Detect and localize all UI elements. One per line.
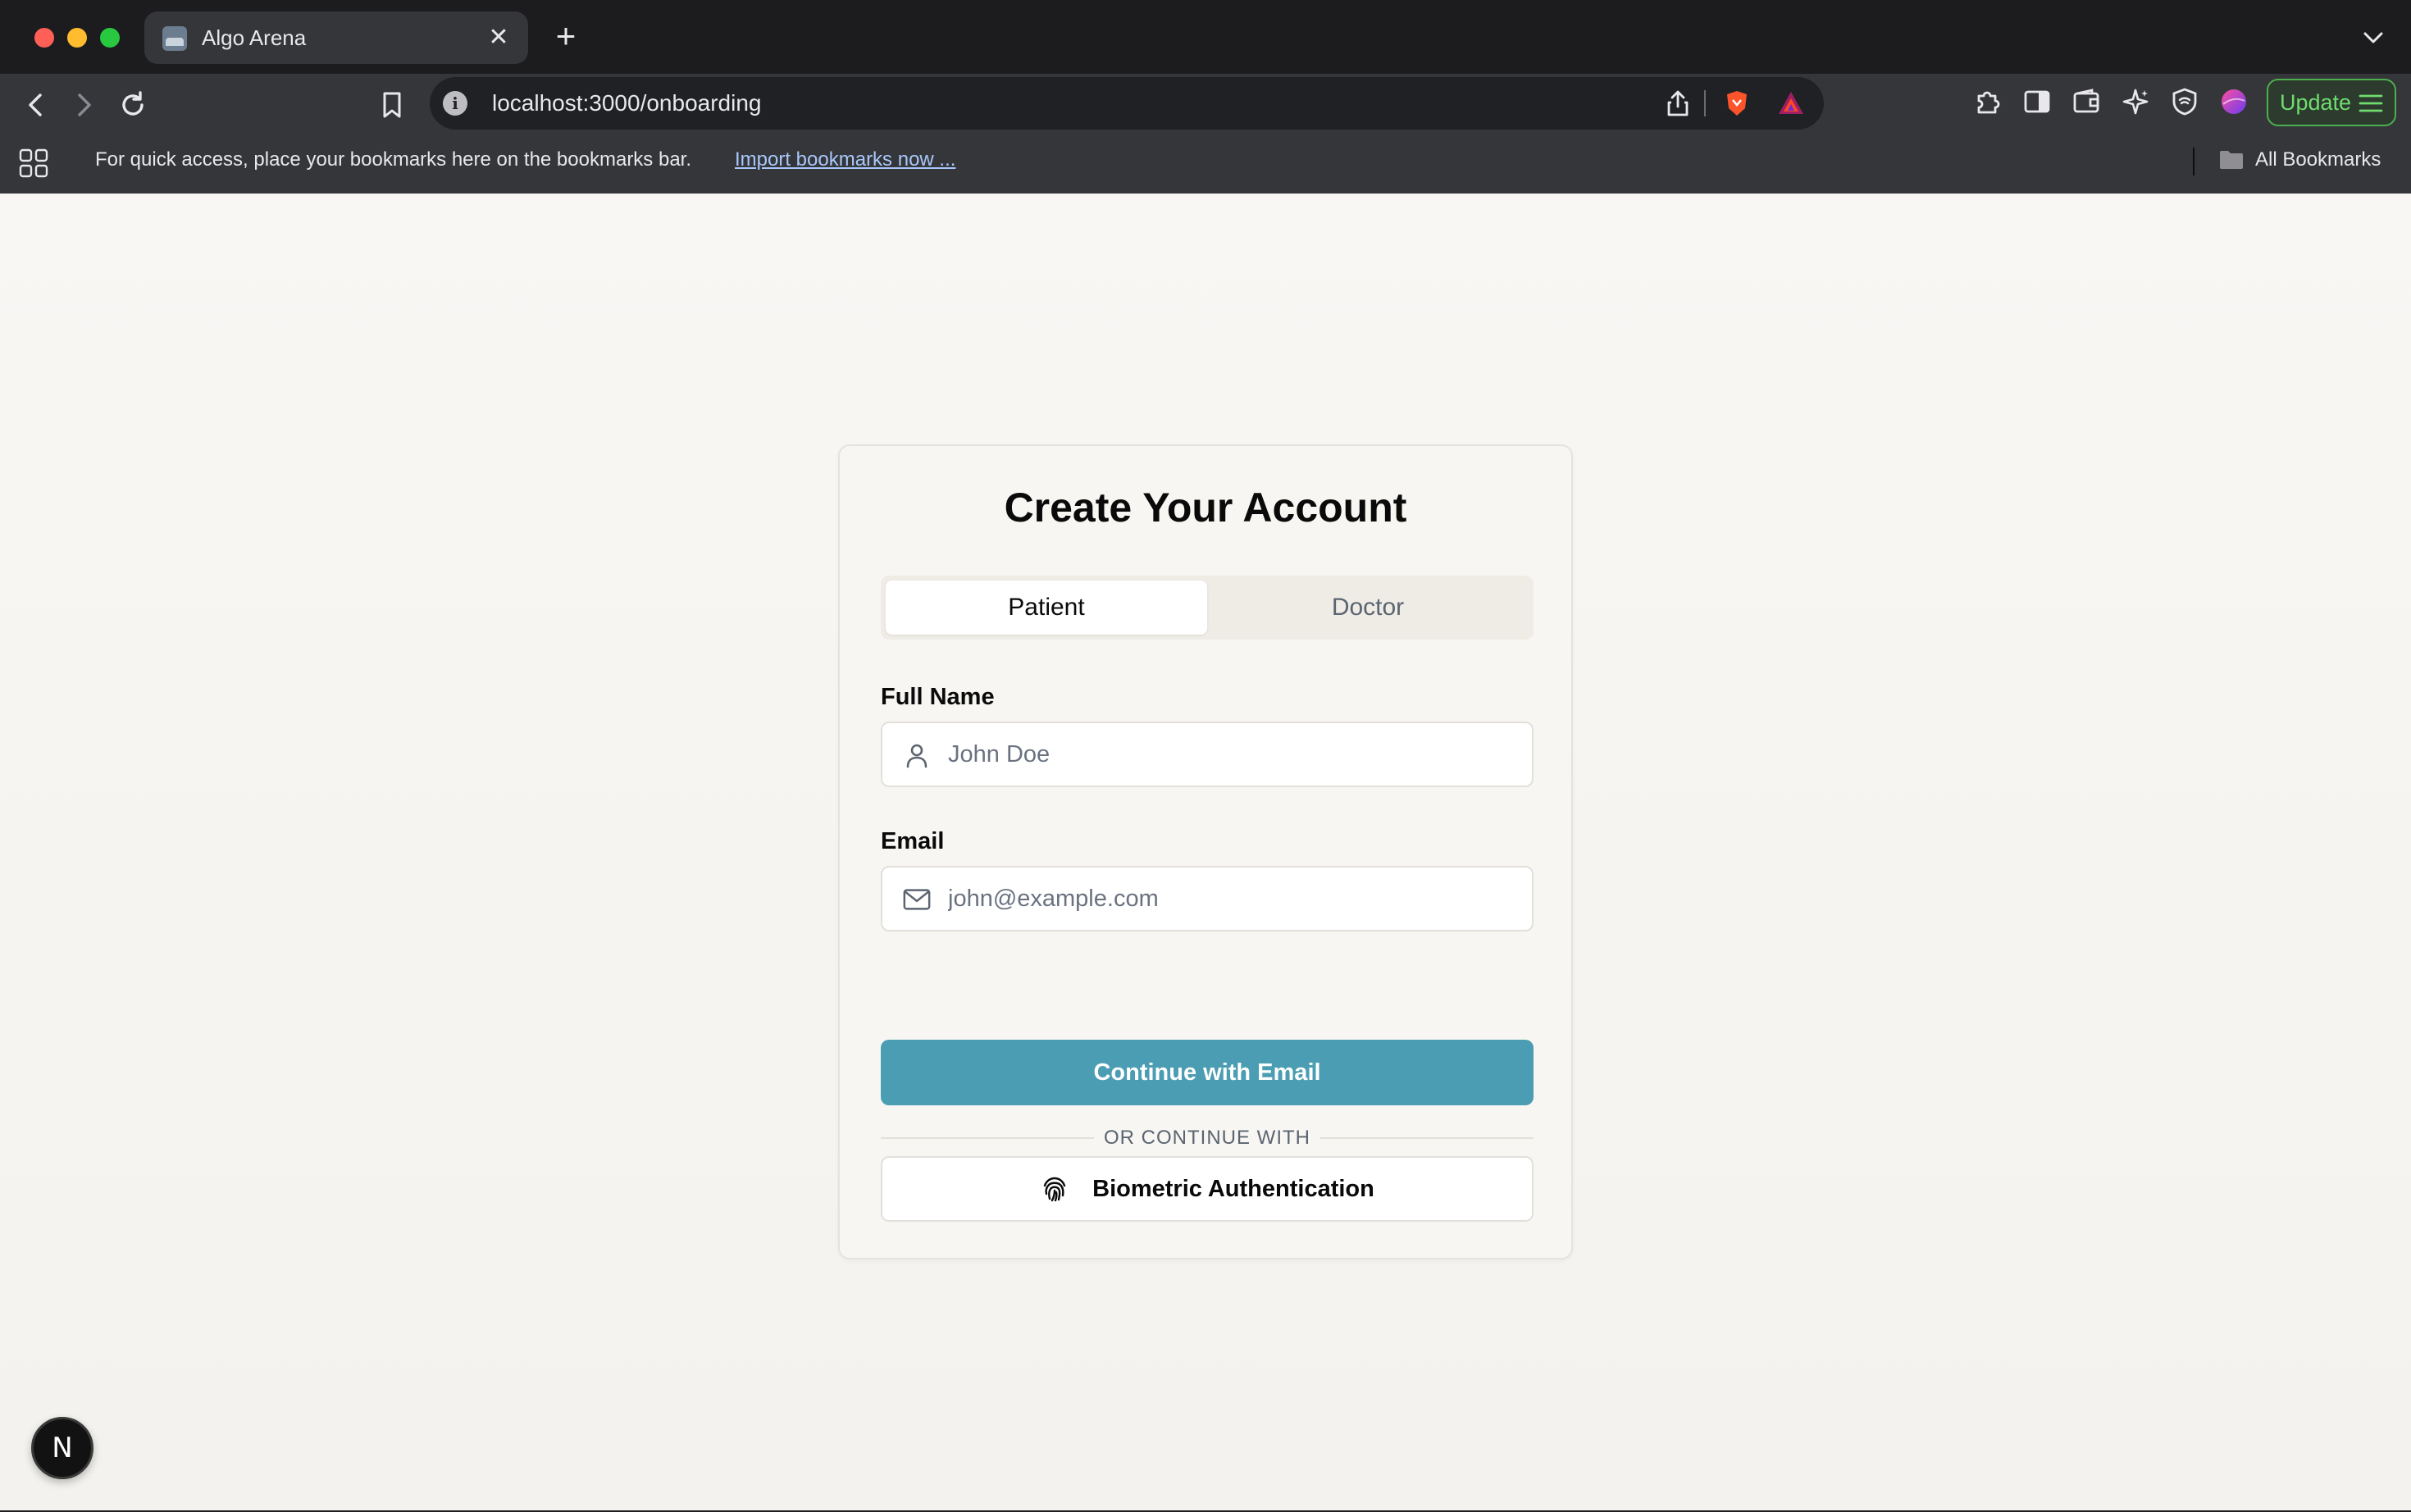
extensions-icon[interactable]	[1970, 84, 2006, 120]
site-favicon-icon	[162, 26, 187, 51]
tab-close-button[interactable]: ✕	[484, 23, 513, 52]
back-button[interactable]	[13, 82, 59, 128]
url-separator	[1704, 90, 1706, 116]
divider-line-right	[1320, 1137, 1534, 1139]
forward-button[interactable]	[61, 82, 107, 128]
wallet-icon[interactable]	[2068, 84, 2104, 120]
email-field[interactable]	[881, 866, 1534, 931]
fingerprint-icon	[1043, 1177, 1066, 1202]
brave-rewards-icon[interactable]	[1776, 89, 1806, 118]
import-bookmarks-link[interactable]: Import bookmarks now ...	[735, 139, 955, 180]
email-input[interactable]	[948, 868, 1514, 930]
page-title: Create Your Account	[1004, 485, 1407, 531]
folder-icon	[2220, 151, 2243, 169]
new-tab-button[interactable]: +	[548, 18, 584, 54]
tab-title: Algo Arena	[202, 25, 307, 50]
continue-with-email-button[interactable]: Continue with Email	[881, 1040, 1534, 1105]
signup-card: Create Your Account Patient Doctor Full …	[838, 444, 1573, 1259]
address-bar[interactable]: i localhost:3000/onboarding	[430, 77, 1824, 130]
sidebar-toggle-icon[interactable]	[2019, 84, 2055, 120]
minimize-window-button[interactable]	[67, 28, 87, 48]
maximize-window-button[interactable]	[100, 28, 120, 48]
leo-ai-icon[interactable]	[2117, 84, 2153, 120]
biometric-auth-button[interactable]: Biometric Authentication	[881, 1156, 1534, 1222]
full-name-label: Full Name	[881, 684, 995, 710]
vpn-shield-icon[interactable]	[2167, 84, 2203, 120]
share-icon[interactable]	[1663, 89, 1693, 118]
bookmark-icon	[383, 92, 401, 118]
tab-search-chevron-icon[interactable]	[2359, 23, 2388, 52]
arrow-left-icon	[29, 93, 42, 116]
brave-shields-icon[interactable]	[1722, 89, 1752, 118]
close-window-button[interactable]	[34, 28, 54, 48]
update-button-label: Update	[2280, 90, 2352, 115]
full-name-field[interactable]	[881, 722, 1534, 787]
profile-avatar-icon[interactable]	[2216, 84, 2252, 120]
all-bookmarks-label: All Bookmarks	[2255, 148, 2381, 171]
email-label: Email	[881, 828, 945, 854]
tab-doctor[interactable]: Doctor	[1207, 581, 1529, 635]
reload-button[interactable]	[110, 82, 156, 128]
tab-patient[interactable]: Patient	[886, 581, 1207, 635]
mail-icon	[903, 889, 931, 910]
browser-tab-active[interactable]: Algo Arena ✕	[144, 11, 528, 64]
bookmark-page-button[interactable]	[369, 82, 415, 128]
reload-icon	[122, 91, 144, 116]
full-name-input[interactable]	[948, 723, 1514, 786]
menu-icon	[2359, 94, 2383, 112]
biometric-auth-label: Biometric Authentication	[1092, 1175, 1374, 1202]
user-icon	[906, 744, 927, 768]
role-tabs: Patient Doctor	[881, 576, 1534, 640]
page-viewport: Create Your Account Patient Doctor Full …	[0, 194, 2411, 1510]
info-icon[interactable]: i	[443, 91, 467, 116]
or-divider: OR CONTINUE WITH	[881, 1122, 1534, 1154]
all-bookmarks-button[interactable]: All Bookmarks	[2219, 139, 2381, 180]
tab-strip: Algo Arena ✕ +	[0, 0, 2411, 74]
arrow-right-icon	[78, 93, 91, 116]
nextjs-dev-indicator-button[interactable]: N	[31, 1417, 93, 1479]
bookmarks-divider	[2193, 148, 2195, 175]
apps-grid-icon[interactable]	[18, 148, 49, 179]
url-text[interactable]: localhost:3000/onboarding	[492, 77, 761, 130]
bookmarks-bar-prompt: For quick access, place your bookmarks h…	[95, 148, 692, 171]
update-browser-button[interactable]: Update	[2267, 79, 2396, 126]
